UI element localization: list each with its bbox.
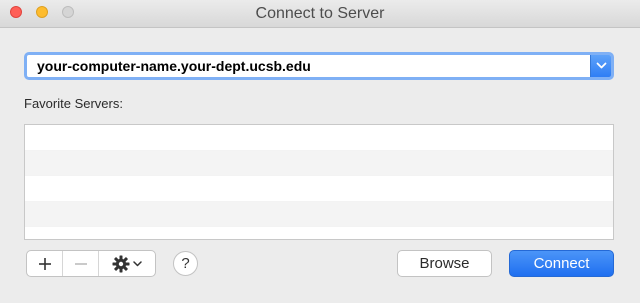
favorite-servers-list[interactable] bbox=[24, 124, 614, 240]
action-menu-button[interactable] bbox=[99, 251, 155, 276]
help-button[interactable]: ? bbox=[173, 251, 198, 276]
list-item[interactable] bbox=[25, 201, 613, 227]
list-item[interactable] bbox=[25, 176, 613, 202]
server-address-input[interactable] bbox=[27, 55, 593, 77]
favorite-servers-label: Favorite Servers: bbox=[24, 96, 123, 111]
connect-to-server-window: Connect to Server Favorite Servers: bbox=[0, 0, 640, 303]
window-title: Connect to Server bbox=[255, 5, 385, 22]
chevron-down-icon bbox=[596, 62, 607, 69]
browse-button[interactable]: Browse bbox=[397, 250, 492, 277]
gear-icon bbox=[112, 255, 130, 272]
add-favorite-button[interactable] bbox=[27, 251, 63, 276]
connect-button[interactable]: Connect bbox=[509, 250, 614, 277]
title-bar[interactable]: Connect to Server bbox=[0, 0, 640, 28]
server-address-combobox[interactable] bbox=[24, 52, 614, 80]
plus-icon bbox=[38, 257, 51, 270]
chevron-down-icon bbox=[133, 260, 142, 266]
remove-favorite-button[interactable] bbox=[63, 251, 99, 276]
minus-icon bbox=[74, 262, 87, 265]
list-item[interactable] bbox=[25, 150, 613, 176]
list-item[interactable] bbox=[25, 227, 613, 239]
list-item[interactable] bbox=[25, 125, 613, 151]
favorites-toolbar bbox=[26, 250, 156, 277]
recent-servers-dropdown-button[interactable] bbox=[590, 55, 611, 77]
